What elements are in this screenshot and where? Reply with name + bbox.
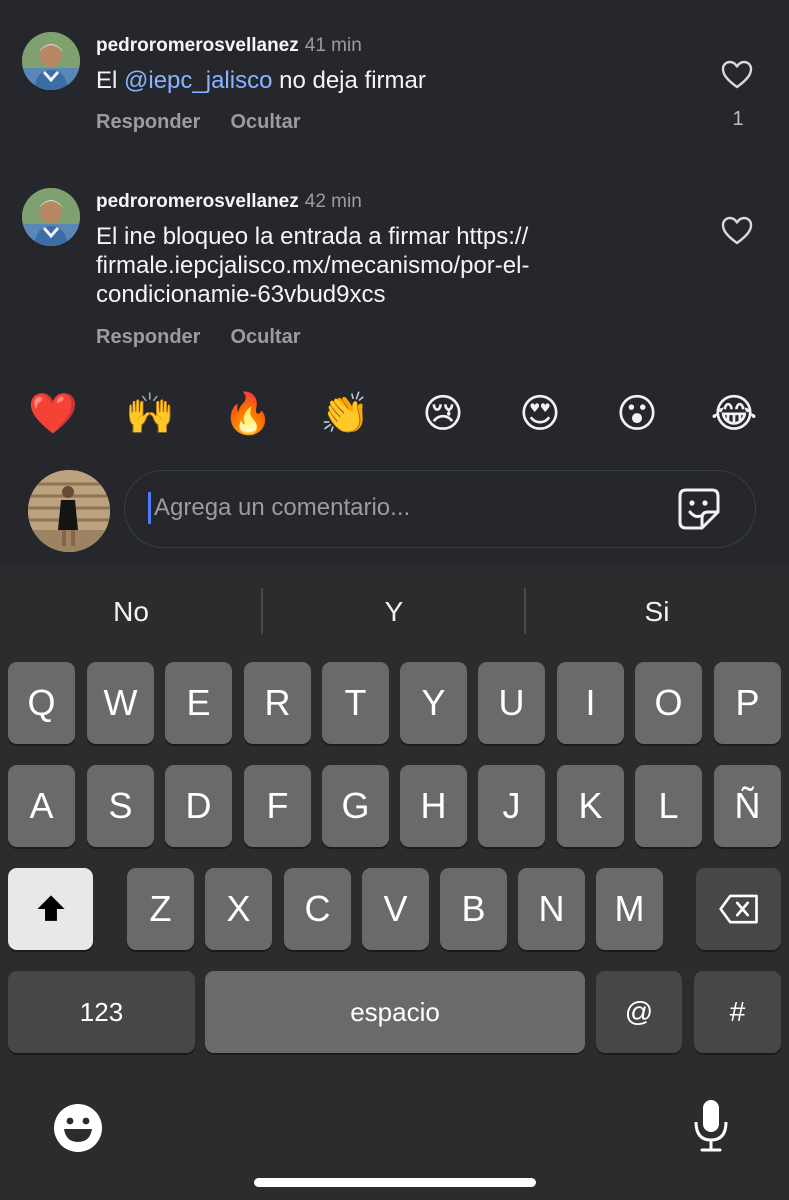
key-j[interactable]: J xyxy=(478,765,545,847)
key-q[interactable]: Q xyxy=(8,662,75,744)
commenter-avatar[interactable] xyxy=(22,32,80,90)
key-d[interactable]: D xyxy=(165,765,232,847)
suggestion-1[interactable]: No xyxy=(31,592,231,632)
comment-actions: Responder Ocultar xyxy=(96,326,331,349)
key-s[interactable]: S xyxy=(87,765,154,847)
key-enye[interactable]: Ñ xyxy=(714,765,781,847)
key-w[interactable]: W xyxy=(87,662,154,744)
comment-text-line: condicionamie-63vbud9xcs xyxy=(96,281,386,308)
emoji-reaction-bar: ❤️ 🙌 🔥 👏 😢 😍 😮 😂 xyxy=(0,388,789,446)
comment-placeholder[interactable]: Agrega un comentario... xyxy=(154,492,410,524)
key-y[interactable]: Y xyxy=(400,662,467,744)
microphone-icon[interactable] xyxy=(692,1098,730,1154)
shift-arrow-icon xyxy=(36,895,65,921)
suggestion-2[interactable]: Y xyxy=(294,592,494,632)
hash-key[interactable]: # xyxy=(694,971,781,1053)
key-a[interactable]: A xyxy=(8,765,75,847)
key-n[interactable]: N xyxy=(518,868,585,950)
key-h[interactable]: H xyxy=(400,765,467,847)
key-o[interactable]: O xyxy=(635,662,702,744)
emoji-fire[interactable]: 🔥 xyxy=(222,388,274,440)
emoji-raising-hands[interactable]: 🙌 xyxy=(124,388,176,440)
comment-text-part: no deja firmar xyxy=(272,67,426,94)
space-key[interactable]: espacio xyxy=(205,971,585,1053)
key-e[interactable]: E xyxy=(165,662,232,744)
comment-text: El ine bloqueo la entrada a firmar https… xyxy=(96,222,656,309)
reply-button[interactable]: Responder xyxy=(96,111,200,133)
heart-icon[interactable] xyxy=(720,214,754,248)
mention-link[interactable]: @iepc_jalisco xyxy=(124,67,272,94)
emoji-keyboard-icon[interactable] xyxy=(52,1102,104,1154)
key-p[interactable]: P xyxy=(714,662,781,744)
key-r[interactable]: R xyxy=(244,662,311,744)
comment-time: 41 min xyxy=(304,35,362,56)
key-m[interactable]: M xyxy=(596,868,663,950)
comment-meta: pedroromerosvellanez 42 min xyxy=(96,190,362,214)
emoji-heart-eyes[interactable]: 😍 xyxy=(514,388,566,440)
key-z[interactable]: Z xyxy=(127,868,194,950)
comments-list: pedroromerosvellanez 41 min El @iepc_jali… xyxy=(0,0,789,565)
key-l[interactable]: L xyxy=(635,765,702,847)
suggestion-divider xyxy=(524,588,526,634)
suggestion-divider xyxy=(261,588,263,634)
home-indicator[interactable] xyxy=(254,1178,536,1187)
comment-meta: pedroromerosvellanez 41 min xyxy=(96,34,362,58)
commenter-avatar[interactable] xyxy=(22,188,80,246)
predictive-bar: No Y Si xyxy=(0,564,789,660)
comment-actions: Responder Ocultar xyxy=(96,111,331,134)
like-count[interactable]: 1 xyxy=(728,108,748,131)
comment-text-part: El xyxy=(96,67,125,94)
comment-text: El @iepc_jalisco no deja firmar xyxy=(96,66,656,95)
backspace-key[interactable] xyxy=(696,868,781,950)
key-g[interactable]: G xyxy=(322,765,389,847)
key-v[interactable]: V xyxy=(362,868,429,950)
shift-key[interactable] xyxy=(8,868,93,950)
key-c[interactable]: C xyxy=(284,868,351,950)
reply-button[interactable]: Responder xyxy=(96,326,200,348)
comment-text-line: El ine bloqueo la entrada a firmar https… xyxy=(96,223,529,250)
emoji-surprised[interactable]: 😮 xyxy=(611,388,663,440)
key-t[interactable]: T xyxy=(322,662,389,744)
comment-composer: Agrega un comentario... xyxy=(0,468,789,558)
key-u[interactable]: U xyxy=(478,662,545,744)
comment-username[interactable]: pedroromerosvellanez xyxy=(96,35,299,56)
key-b[interactable]: B xyxy=(440,868,507,950)
key-k[interactable]: K xyxy=(557,765,624,847)
comment-text-line: firmale.iepcjalisco.mx/mecanismo/por-el- xyxy=(96,252,530,279)
emoji-clapping[interactable]: 👏 xyxy=(319,388,371,440)
numbers-key[interactable]: 123 xyxy=(8,971,195,1053)
key-f[interactable]: F xyxy=(244,765,311,847)
keyboard: No Y Si Q W E R T Y U I O P A S D F G H … xyxy=(0,564,789,1200)
suggestion-3[interactable]: Si xyxy=(557,592,757,632)
text-caret xyxy=(148,492,151,524)
comment-time: 42 min xyxy=(304,191,362,212)
comment-username[interactable]: pedroromerosvellanez xyxy=(96,191,299,212)
backspace-icon xyxy=(718,894,758,924)
hide-button[interactable]: Ocultar xyxy=(230,326,300,348)
heart-icon[interactable] xyxy=(720,58,754,92)
key-i[interactable]: I xyxy=(557,662,624,744)
at-key[interactable]: @ xyxy=(596,971,682,1053)
own-avatar xyxy=(28,470,110,552)
hide-button[interactable]: Ocultar xyxy=(230,111,300,133)
key-x[interactable]: X xyxy=(205,868,272,950)
emoji-laughing[interactable]: 😂 xyxy=(708,388,760,440)
emoji-crying[interactable]: 😢 xyxy=(417,388,469,440)
sticker-icon[interactable] xyxy=(676,486,722,532)
emoji-heart[interactable]: ❤️ xyxy=(27,388,79,440)
